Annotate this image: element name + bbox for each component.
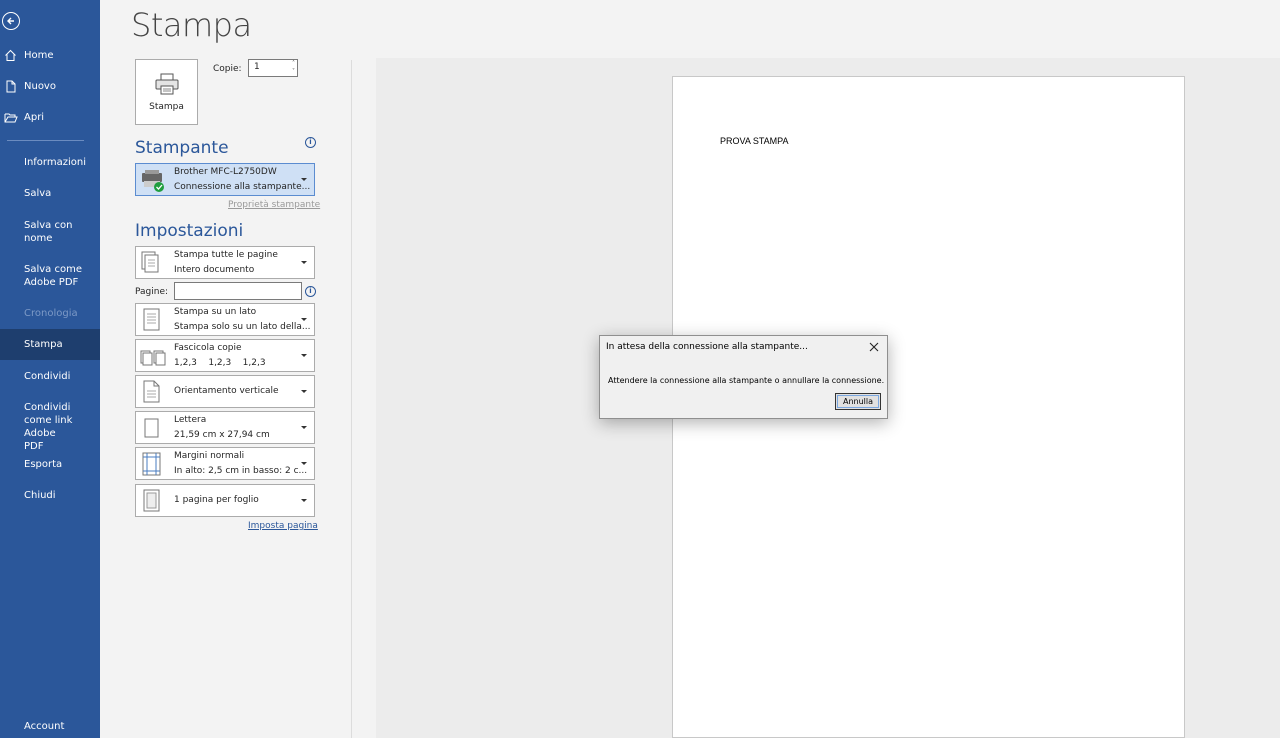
sidebar-item-label: Salva bbox=[24, 188, 52, 199]
sidebar-item-open[interactable]: Apri bbox=[0, 111, 100, 124]
chevron-down-icon bbox=[301, 462, 307, 465]
sidebar-item-history: Cronologia bbox=[0, 307, 100, 320]
print-range-dropdown[interactable]: Stampa tutte le pagine Intero documento bbox=[135, 246, 315, 279]
spin-arrows-icon[interactable]: ˄ ˅ bbox=[292, 60, 295, 76]
copies-label: Copie: bbox=[213, 64, 242, 74]
dropdown-line2: Stampa solo su un lato della... bbox=[174, 322, 311, 332]
dropdown-line1: Orientamento verticale bbox=[174, 386, 279, 396]
dropdown-line1: Lettera bbox=[174, 415, 207, 425]
chevron-down-icon bbox=[301, 318, 307, 321]
chevron-down-icon bbox=[301, 426, 307, 429]
printer-properties-link: Proprietà stampante bbox=[228, 200, 321, 210]
printer-ready-icon bbox=[140, 167, 166, 193]
dropdown-line1: Stampa su un lato bbox=[174, 307, 257, 317]
sidebar-item-label: Esporta bbox=[24, 459, 63, 470]
dropdown-line1: Fascicola copie bbox=[174, 343, 242, 353]
sidebar-item-label: Salva come Adobe PDF bbox=[24, 264, 82, 288]
dialog-message: Attendere la connessione alla stampante … bbox=[608, 376, 885, 385]
sidebar-item-save-as[interactable]: Salva con nome bbox=[0, 219, 86, 245]
copies-stepper[interactable]: 1 ˄ ˅ bbox=[248, 59, 298, 77]
page-title: Stampa bbox=[131, 6, 252, 44]
sidebar-divider bbox=[7, 140, 84, 141]
printer-section-title: Stampante bbox=[135, 138, 229, 158]
margins-dropdown[interactable]: Margini normali In alto: 2,5 cm in basso… bbox=[135, 447, 315, 480]
paper-size-dropdown[interactable]: Lettera 21,59 cm x 27,94 cm bbox=[135, 411, 315, 444]
printer-dropdown[interactable]: Brother MFC-L2750DW Connessione alla sta… bbox=[135, 163, 315, 196]
sidebar-item-label: Apri bbox=[24, 112, 45, 123]
dropdown-line1: Margini normali bbox=[174, 451, 245, 461]
sidebar-item-export[interactable]: Esporta bbox=[0, 458, 100, 471]
sidebar-item-label: Account bbox=[24, 721, 65, 732]
pages-input[interactable] bbox=[174, 282, 302, 300]
orientation-dropdown[interactable]: Orientamento verticale bbox=[135, 375, 315, 408]
chevron-down-icon bbox=[301, 390, 307, 393]
home-icon bbox=[4, 49, 18, 63]
sidebar-item-info[interactable]: Informazioni bbox=[0, 156, 100, 169]
close-icon[interactable] bbox=[867, 339, 881, 353]
dropdown-line1: 1 pagina per foglio bbox=[174, 495, 259, 505]
new-document-icon bbox=[4, 80, 18, 94]
cancel-button[interactable]: Annulla bbox=[835, 393, 881, 410]
one-sided-page-icon bbox=[140, 307, 166, 333]
chevron-down-icon bbox=[301, 499, 307, 502]
sides-dropdown[interactable]: Stampa su un lato Stampa solo su un lato… bbox=[135, 303, 315, 336]
printer-icon bbox=[155, 73, 178, 94]
sidebar-item-print[interactable]: Stampa bbox=[0, 329, 100, 360]
dropdown-line2: 21,59 cm x 27,94 cm bbox=[174, 430, 270, 440]
chevron-down-icon bbox=[301, 178, 307, 181]
sidebar-item-label: Condividi come link Adobe PDF bbox=[24, 402, 73, 452]
dropdown-line2: 1,2,3 1,2,3 1,2,3 bbox=[174, 358, 266, 368]
info-icon[interactable]: i bbox=[305, 286, 316, 297]
copies-value: 1 bbox=[254, 62, 260, 72]
pages-label: Pagine: bbox=[135, 287, 169, 297]
sidebar-item-label: Chiudi bbox=[24, 490, 56, 501]
chevron-down-icon bbox=[301, 354, 307, 357]
settings-section-title: Impostazioni bbox=[135, 221, 244, 241]
dropdown-line1: Stampa tutte le pagine bbox=[174, 250, 278, 260]
open-folder-icon bbox=[4, 111, 18, 125]
sidebar-item-close[interactable]: Chiudi bbox=[0, 489, 100, 502]
sidebar-item-label: Informazioni bbox=[24, 157, 86, 168]
backstage-sidebar: Home Nuovo Apri Informazioni Salva Salva… bbox=[0, 0, 100, 738]
sidebar-item-new[interactable]: Nuovo bbox=[0, 80, 100, 93]
sidebar-item-label: Nuovo bbox=[24, 81, 56, 92]
back-arrow-icon[interactable] bbox=[2, 12, 20, 30]
print-button[interactable]: Stampa bbox=[135, 59, 198, 125]
sidebar-item-account[interactable]: Account bbox=[0, 720, 100, 733]
panel-divider bbox=[351, 60, 352, 738]
sidebar-item-label: Home bbox=[24, 50, 54, 61]
pages-stack-icon bbox=[140, 250, 166, 276]
document-text: PROVA STAMPA bbox=[720, 136, 789, 146]
sidebar-item-save-adobe-pdf[interactable]: Salva come Adobe PDF bbox=[0, 263, 86, 289]
collate-dropdown[interactable]: Fascicola copie 1,2,3 1,2,3 1,2,3 bbox=[135, 339, 315, 372]
sidebar-item-share[interactable]: Condividi bbox=[0, 370, 100, 383]
page-setup-link[interactable]: Imposta pagina bbox=[248, 521, 318, 531]
print-button-label: Stampa bbox=[149, 101, 184, 112]
dropdown-line2: Intero documento bbox=[174, 265, 255, 275]
printer-status: Connessione alla stampante... bbox=[174, 182, 311, 192]
dialog-title: In attesa della connessione alla stampan… bbox=[606, 342, 808, 352]
sidebar-item-label: Cronologia bbox=[24, 308, 78, 319]
paper-size-icon bbox=[140, 415, 166, 441]
info-icon[interactable]: i bbox=[305, 137, 316, 148]
sidebar-item-label: Salva con nome bbox=[24, 220, 73, 244]
pages-per-sheet-dropdown[interactable]: 1 pagina per foglio bbox=[135, 484, 315, 517]
dropdown-line2: In alto: 2,5 cm in basso: 2 c... bbox=[174, 466, 308, 476]
printer-name: Brother MFC-L2750DW bbox=[174, 167, 277, 177]
sidebar-item-home[interactable]: Home bbox=[0, 49, 100, 62]
sidebar-item-save[interactable]: Salva bbox=[0, 187, 100, 200]
chevron-down-icon bbox=[301, 261, 307, 264]
sidebar-item-share-link-pdf[interactable]: Condividi come link Adobe PDF bbox=[0, 401, 78, 453]
portrait-orientation-icon bbox=[140, 379, 166, 405]
margins-icon bbox=[140, 451, 166, 477]
collate-icon bbox=[140, 343, 166, 369]
connection-dialog: In attesa della connessione alla stampan… bbox=[599, 335, 888, 419]
pages-per-sheet-icon bbox=[140, 488, 166, 514]
sidebar-item-label: Stampa bbox=[24, 339, 63, 350]
sidebar-item-label: Condividi bbox=[24, 371, 71, 382]
